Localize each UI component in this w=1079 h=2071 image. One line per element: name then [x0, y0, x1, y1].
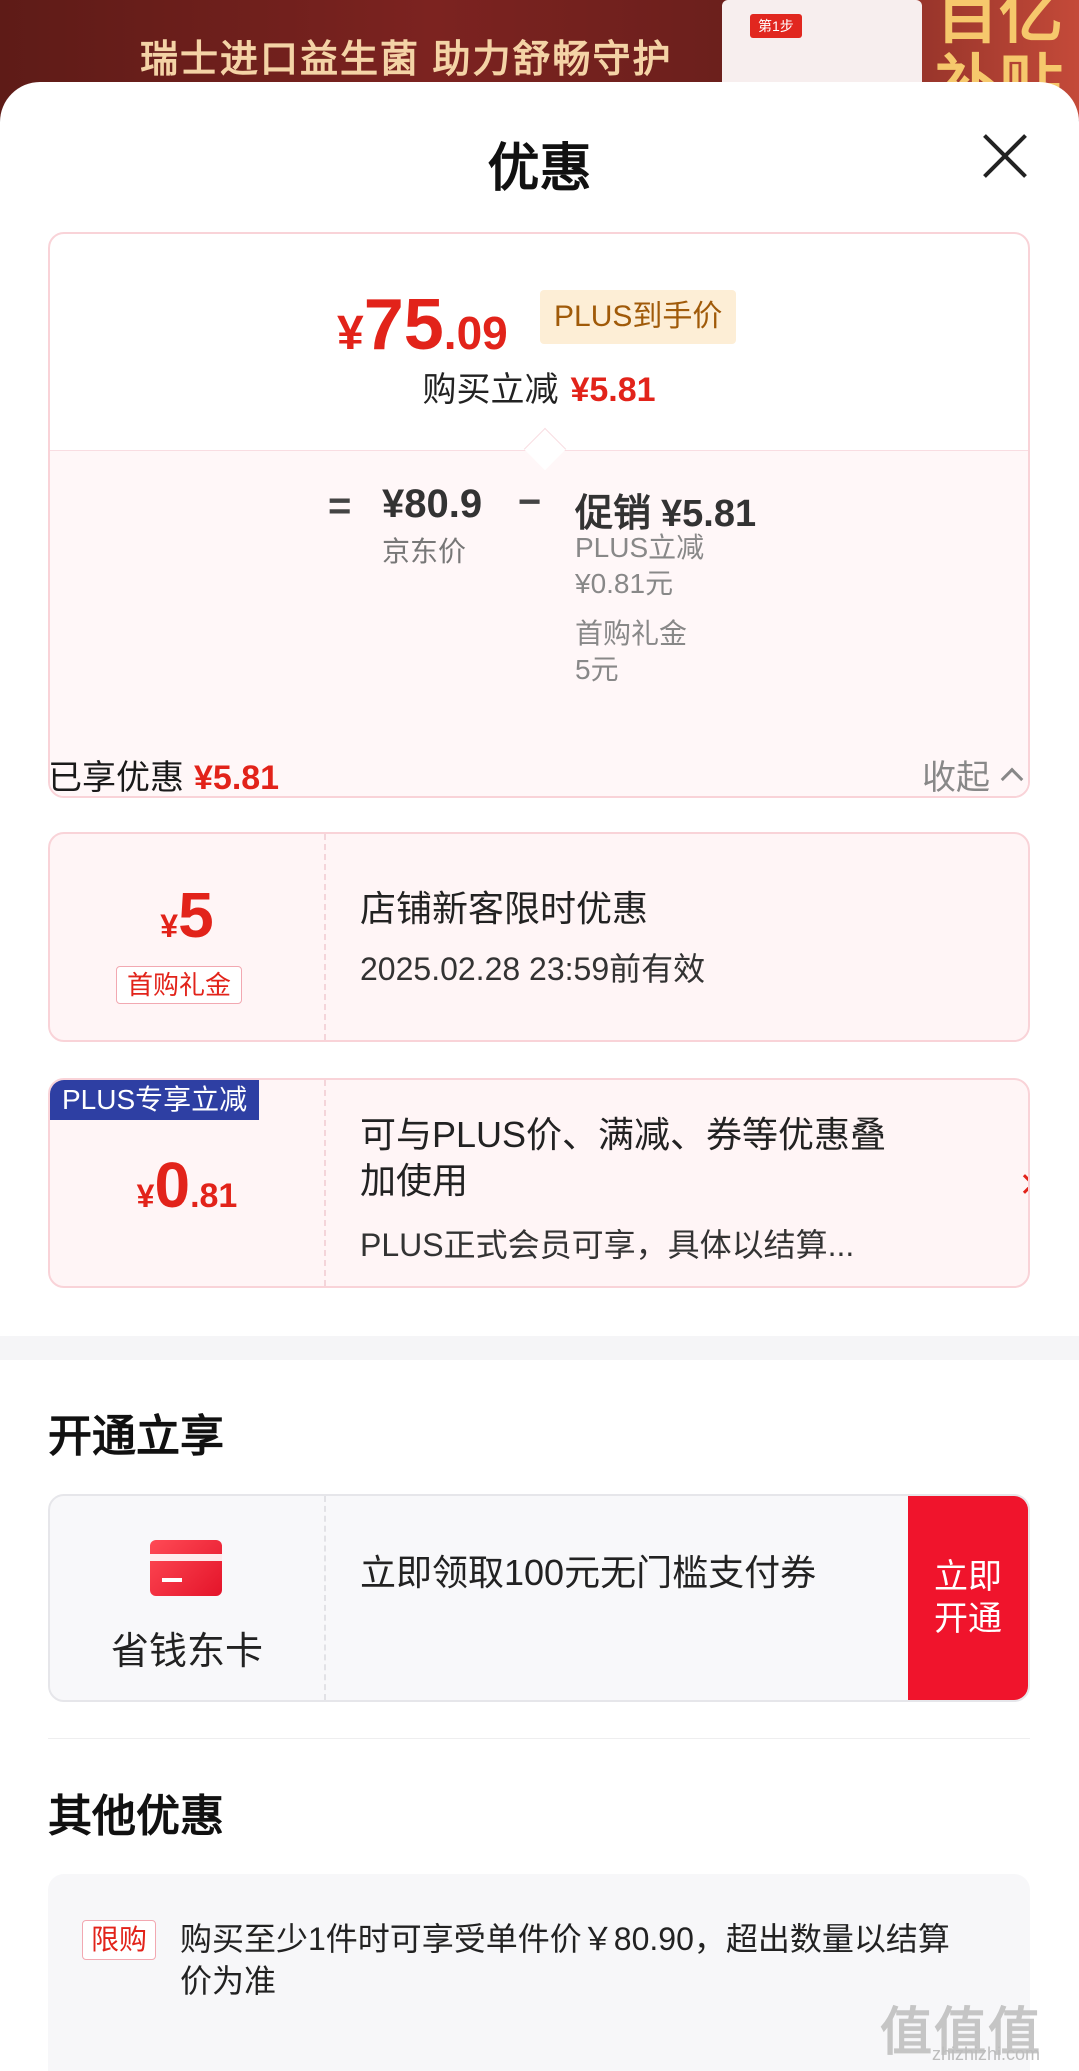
jd-price: ¥80.9: [382, 482, 483, 526]
enjoyed-discount: 已享优惠 ¥5.81: [48, 759, 280, 797]
card-icon: [150, 1540, 222, 1596]
sheet-title: 优惠: [487, 140, 592, 198]
chevron-up-icon: [1000, 767, 1024, 791]
limit-offer-text: 购买至少1件时可享受单件价￥80.90，超出数量以结算价为准: [180, 1921, 950, 1999]
discount-sheet: 优惠 ¥75.09 PLUS到手价 购买立减 ¥5.81 = ¥80.9 京东价 …: [0, 82, 1079, 2071]
coupon-desc: 2025.02.28 23:59前有效: [360, 951, 706, 987]
coupon-plus-reduction[interactable]: PLUS专享立减 ¥0.81 可与PLUS价、满减、券等优惠叠加使用 PLUS正…: [48, 1078, 1030, 1288]
plus-reduction-value: ¥0.81元: [575, 568, 674, 599]
banner-promo-tag: 第1步: [750, 14, 802, 38]
close-icon[interactable]: [976, 128, 1032, 184]
banner-tagline: 瑞士进口益生菌 助力舒畅守护: [140, 39, 673, 81]
savings-card-name: 省钱东卡: [110, 1631, 263, 1673]
savings-card-offer: 省钱东卡 立即领取100元无门槛支付券 立即开通: [48, 1494, 1030, 1702]
plus-reduction-label: PLUS立减: [575, 532, 705, 563]
open-section-title: 开通立享: [48, 1412, 224, 1461]
price-summary-card: ¥75.09 PLUS到手价 购买立减 ¥5.81 = ¥80.9 京东价 − 促…: [48, 232, 1030, 798]
jd-price-label: 京东价: [382, 536, 467, 567]
activate-button[interactable]: 立即开通: [908, 1496, 1028, 1700]
limit-tag: 限购: [82, 1920, 157, 1960]
chevron-right-icon[interactable]: [1015, 1174, 1028, 1194]
collapse-button[interactable]: 收起: [922, 750, 1024, 799]
final-price: ¥75.09: [337, 285, 508, 365]
site-watermark-url: zhizhizhi.com: [932, 2044, 1041, 2064]
coupon-amount: ¥5: [160, 879, 214, 951]
plus-price-tag: PLUS到手价: [540, 290, 737, 344]
first-purchase-gift-value: 5元: [575, 654, 619, 685]
section-separator: [0, 1336, 1079, 1360]
coupon-badge: 首购礼金: [116, 966, 243, 1004]
instant-reduction: 购买立减 ¥5.81: [422, 371, 656, 409]
coupon-title: 店铺新客限时优惠: [360, 888, 649, 929]
coupon-first-purchase[interactable]: ¥5 首购礼金 店铺新客限时优惠 2025.02.28 23:59前有效: [48, 832, 1030, 1042]
divider: [48, 1738, 1030, 1739]
coupon-desc: PLUS正式会员可享，具体以结算...: [360, 1227, 855, 1263]
first-purchase-gift-label: 首购礼金: [575, 618, 688, 649]
equals-sign: =: [328, 484, 352, 528]
coupon-amount: ¥0.81: [136, 1149, 238, 1221]
promotion-total: 促销 ¥5.81: [575, 493, 757, 535]
minus-sign: −: [518, 480, 542, 524]
coupon-title: 可与PLUS价、满减、券等优惠叠加使用: [360, 1114, 887, 1201]
plus-exclusive-tag: PLUS专享立减: [50, 1080, 260, 1120]
other-offers-title: 其他优惠: [48, 1792, 224, 1841]
savings-card-desc: 立即领取100元无门槛支付券: [360, 1552, 817, 1593]
